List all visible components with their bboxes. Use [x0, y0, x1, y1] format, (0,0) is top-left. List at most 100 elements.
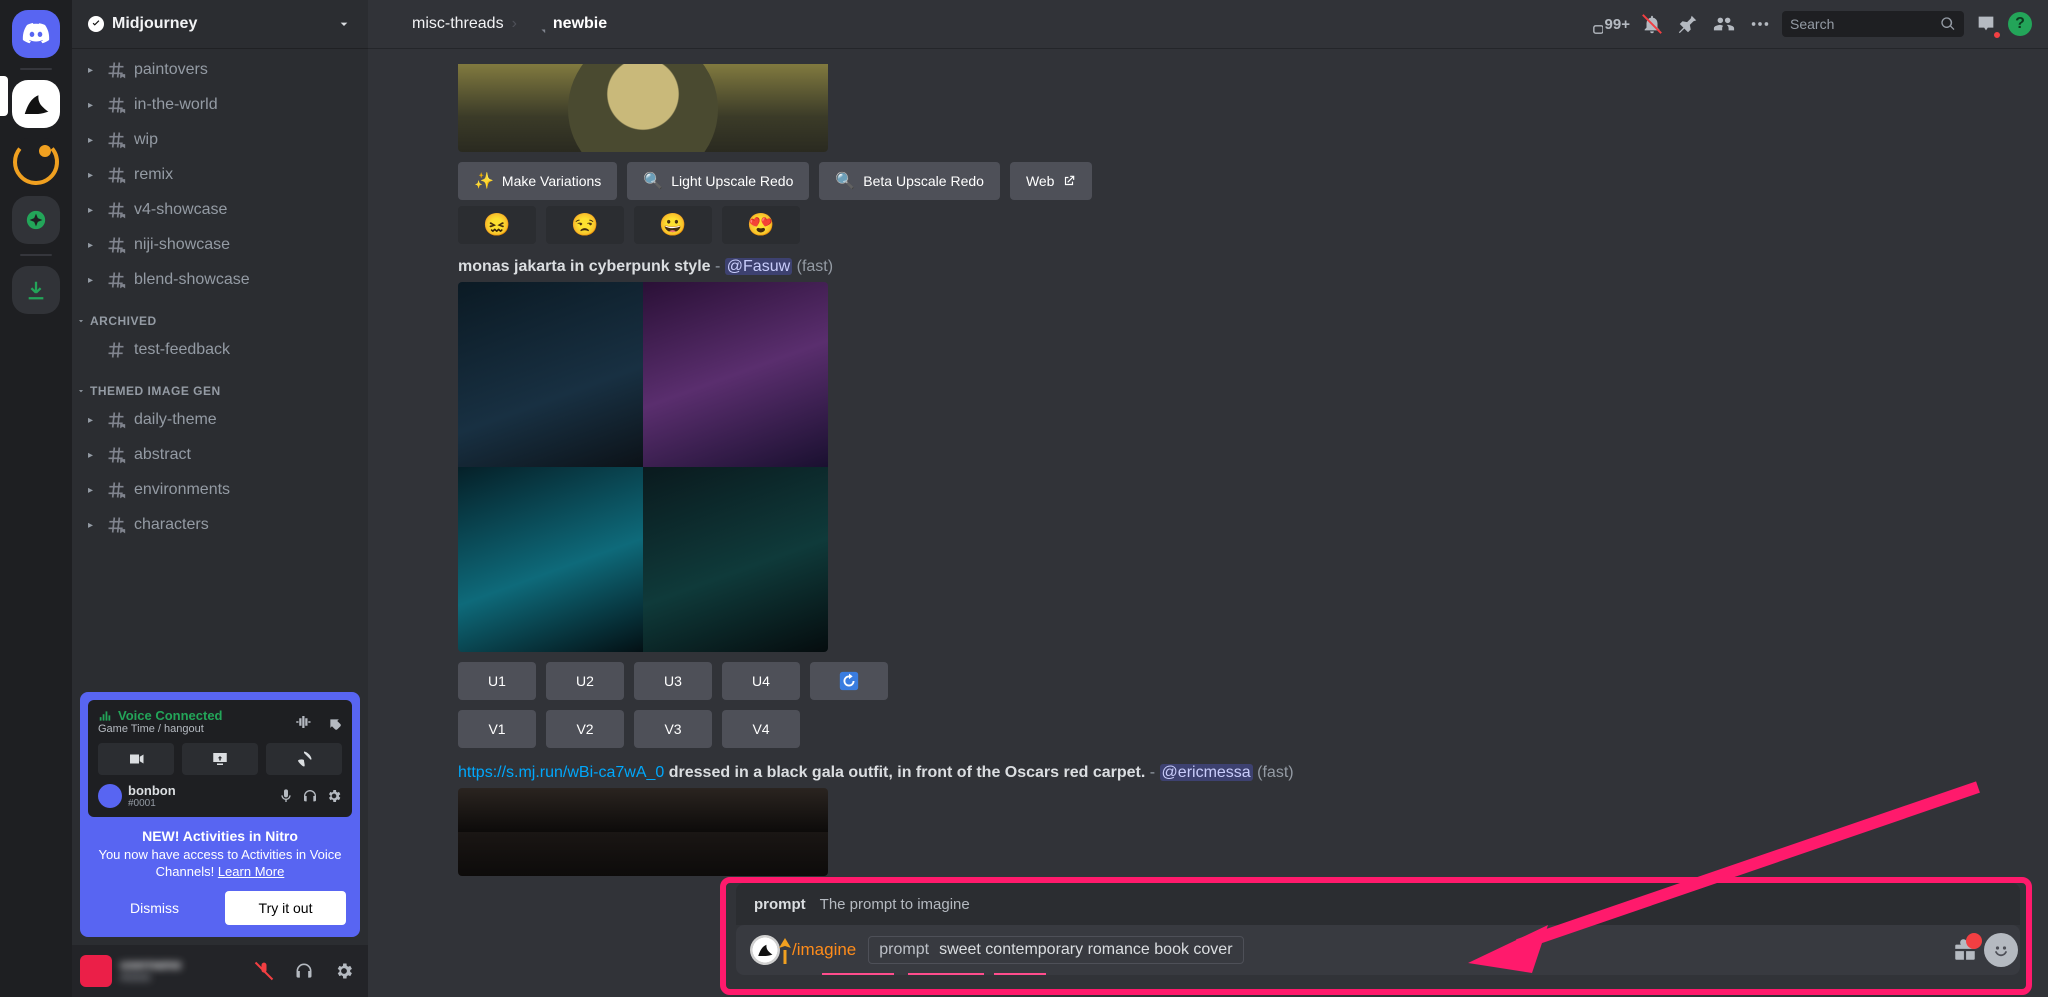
channel-in-the-world[interactable]: ▸in-the-world [80, 88, 360, 122]
home-button[interactable] [12, 10, 60, 58]
upscale-u4-button[interactable]: U4 [722, 662, 800, 700]
gift-button[interactable]: 1 [1952, 937, 1978, 963]
channel-remix[interactable]: ▸remix [80, 158, 360, 192]
learn-more-link[interactable]: Learn More [218, 864, 284, 879]
headphones-icon[interactable] [302, 788, 318, 804]
message-image[interactable] [458, 64, 828, 152]
chevron-down-icon [76, 386, 86, 396]
explore-button[interactable] [12, 196, 60, 244]
members-button[interactable] [1710, 10, 1738, 38]
breadcrumb-parent-label: misc-threads [412, 15, 504, 33]
channel-name: remix [134, 166, 173, 184]
thread-hash-icon [106, 410, 126, 430]
thread-hash-icon [106, 165, 126, 185]
category-label: ARCHIVED [90, 314, 157, 328]
deafen-button[interactable] [288, 955, 320, 987]
channel-v4-showcase[interactable]: ▸v4-showcase [80, 193, 360, 227]
gift-badge-count: 1 [1973, 934, 1979, 946]
more-button[interactable] [1746, 10, 1774, 38]
user-mention[interactable]: @Fasuw [725, 258, 792, 275]
disconnect-icon[interactable] [324, 713, 342, 731]
field-label: prompt [879, 941, 929, 959]
variation-v4-button[interactable]: V4 [722, 710, 800, 748]
suffix-text: (fast) [797, 258, 833, 275]
search-input[interactable]: Search [1782, 11, 1964, 37]
user-mention[interactable]: @ericmessa [1160, 764, 1253, 781]
dismiss-button[interactable]: Dismiss [94, 891, 215, 925]
signal-icon [98, 709, 112, 723]
variation-v2-button[interactable]: V2 [546, 710, 624, 748]
category-archived[interactable]: ARCHIVED [72, 298, 368, 332]
mute-mic-button[interactable] [248, 955, 280, 987]
unread-dot [1992, 30, 2002, 40]
reaction-1[interactable]: 😒 [546, 206, 624, 244]
reaction-2[interactable]: 😀 [634, 206, 712, 244]
channel-paintovers[interactable]: ▸paintovers [80, 53, 360, 87]
title-bar: misc-threads › newbie 99+ Search ? [368, 0, 2048, 48]
gear-icon[interactable] [326, 788, 342, 804]
avatar[interactable] [80, 955, 112, 987]
screenshare-button[interactable] [182, 743, 258, 775]
breadcrumb-parent[interactable]: misc-threads [384, 13, 504, 35]
upscale-u3-button[interactable]: U3 [634, 662, 712, 700]
server-midjourney[interactable] [12, 80, 60, 128]
breadcrumb-current[interactable]: newbie [525, 13, 607, 35]
nitro-promo-area: Voice Connected Game Time / hangout [72, 692, 368, 945]
search-icon: 🔍 [643, 171, 663, 191]
settings-button[interactable] [328, 955, 360, 987]
message-image-grid[interactable] [458, 788, 828, 876]
chevron-right-icon: ▸ [88, 135, 98, 146]
main-content: misc-threads › newbie 99+ Search ? ✨Ma [368, 0, 2048, 997]
voice-subtitle: Game Time / hangout [98, 723, 223, 735]
variation-v3-button[interactable]: V3 [634, 710, 712, 748]
channel-daily-theme[interactable]: ▸daily-theme [80, 403, 360, 437]
refresh-icon [838, 670, 860, 692]
light-upscale-redo-button[interactable]: 🔍Light Upscale Redo [627, 162, 809, 200]
variation-v1-button[interactable]: V1 [458, 710, 536, 748]
nitro-title: NEW! Activities in Nitro [94, 827, 346, 846]
channel-abstract[interactable]: ▸abstract [80, 438, 360, 472]
channel-characters[interactable]: ▸characters [80, 508, 360, 542]
mic-icon[interactable] [278, 788, 294, 804]
user-info[interactable]: username #0000 [120, 958, 240, 984]
web-button[interactable]: Web [1010, 162, 1093, 200]
activity-button[interactable] [266, 743, 342, 775]
upscale-u2-button[interactable]: U2 [546, 662, 624, 700]
inbox-button[interactable] [1972, 10, 2000, 38]
prompt-field[interactable]: prompt sweet contemporary romance book c… [868, 936, 1243, 964]
channel-blend-showcase[interactable]: ▸blend-showcase [80, 263, 360, 297]
download-apps-button[interactable] [12, 266, 60, 314]
avatar [98, 784, 122, 808]
channel-test-feedback[interactable]: ▸test-feedback [80, 333, 360, 367]
channel-environments[interactable]: ▸environments [80, 473, 360, 507]
thread-hash-icon [106, 445, 126, 465]
make-variations-button[interactable]: ✨Make Variations [458, 162, 617, 200]
video-button[interactable] [98, 743, 174, 775]
notifications-button[interactable] [1638, 10, 1666, 38]
message-link[interactable]: https://s.mj.run/wBi-ca7wA_0 [458, 764, 664, 781]
reaction-0[interactable]: 😖 [458, 206, 536, 244]
channel-niji-showcase[interactable]: ▸niji-showcase [80, 228, 360, 262]
server-header[interactable]: Midjourney [72, 0, 368, 48]
threads-button[interactable]: 99+ [1581, 13, 1630, 35]
pinned-button[interactable] [1674, 10, 1702, 38]
reaction-3[interactable]: 😍 [722, 206, 800, 244]
help-button[interactable]: ? [2008, 12, 2032, 36]
category-themed[interactable]: THEMED IMAGE GEN [72, 368, 368, 402]
message-image-grid[interactable] [458, 282, 828, 652]
emoji-picker-button[interactable] [1984, 933, 2018, 967]
message-list[interactable]: ✨Make Variations 🔍Light Upscale Redo 🔍Be… [368, 48, 2048, 997]
beta-upscale-redo-button[interactable]: 🔍Beta Upscale Redo [819, 162, 1000, 200]
upscale-u1-button[interactable]: U1 [458, 662, 536, 700]
message-composer[interactable]: /imagine prompt sweet contemporary roman… [736, 925, 2020, 975]
rerun-button[interactable] [810, 662, 888, 700]
channel-wip[interactable]: ▸wip [80, 123, 360, 157]
user-name: username [120, 958, 240, 972]
active-server-indicator [0, 76, 8, 116]
channel-name: paintovers [134, 61, 208, 79]
voice-user[interactable]: bonbon #0001 [98, 783, 342, 809]
server-item-2[interactable] [12, 138, 60, 186]
button-label: Web [1026, 173, 1055, 189]
noise-suppression-icon[interactable] [294, 713, 312, 731]
try-it-out-button[interactable]: Try it out [225, 891, 346, 925]
